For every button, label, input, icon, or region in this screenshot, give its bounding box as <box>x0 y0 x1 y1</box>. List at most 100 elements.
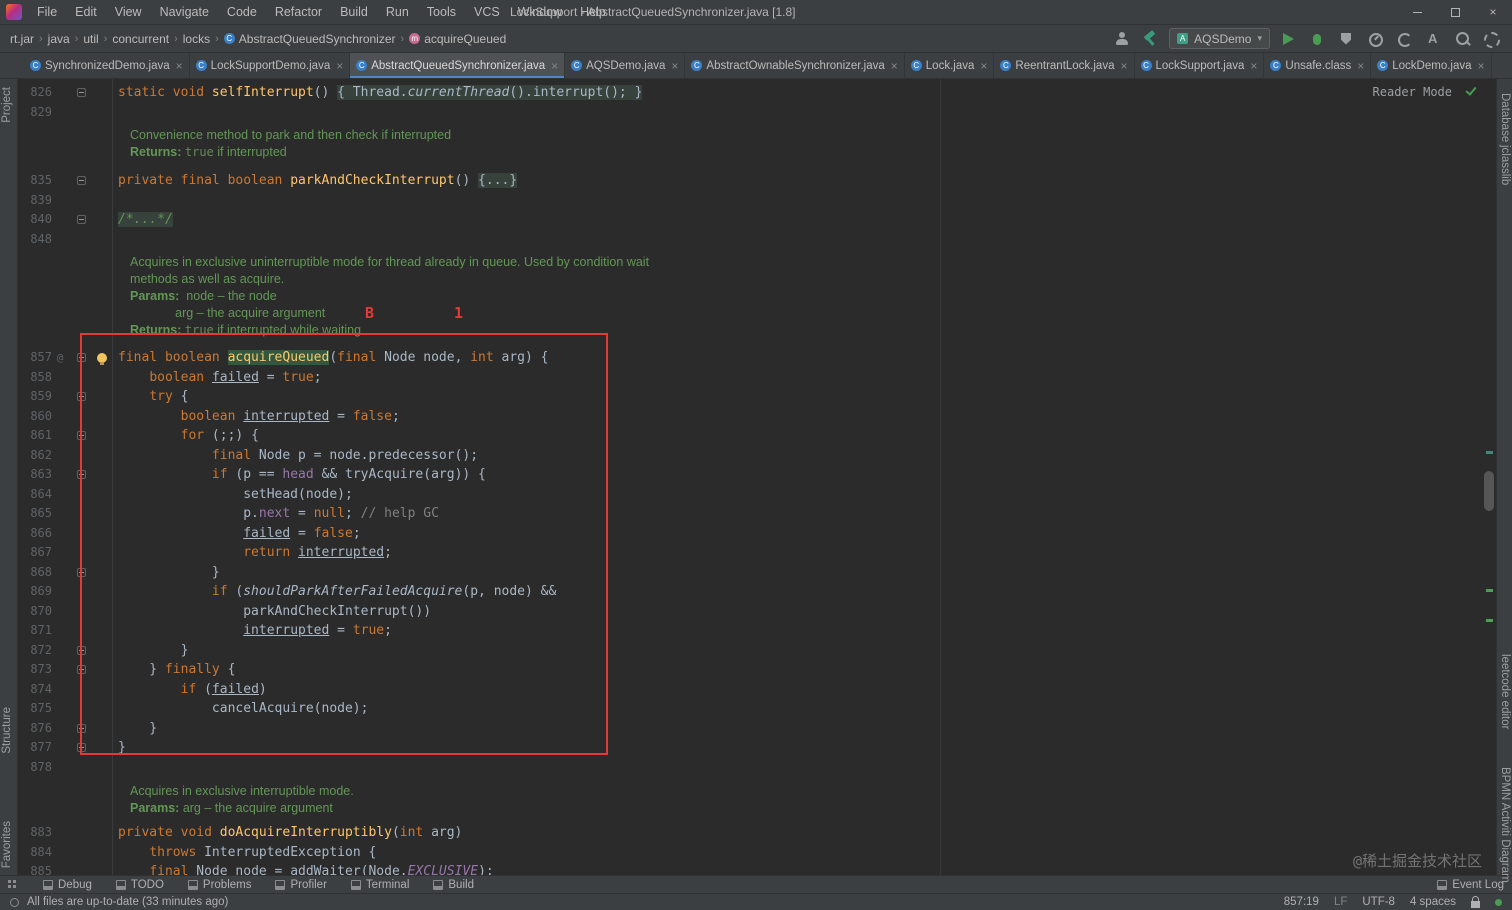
tab-AQSDemo.java[interactable]: C AQSDemo.java × <box>565 53 686 78</box>
tool-window-problems[interactable]: Problems <box>187 879 251 891</box>
caret-position[interactable]: 857:19 <box>1284 896 1319 908</box>
code-line[interactable]: 867 return interrupted; <box>18 543 1496 563</box>
reader-mode-label[interactable]: Reader Mode <box>1373 85 1452 99</box>
stripe-item-favorites[interactable]: Favorites <box>1 821 13 868</box>
settings-gear-icon[interactable] <box>1480 29 1502 49</box>
breadcrumb-item-java[interactable]: java <box>48 32 70 46</box>
intention-bulb-icon[interactable] <box>97 353 107 365</box>
code-line[interactable]: 859 try { <box>18 387 1496 407</box>
fold-marker[interactable] <box>68 641 94 661</box>
fold-box-icon[interactable] <box>76 723 86 733</box>
fold-box-icon[interactable] <box>76 431 86 441</box>
stripe-item-leetcode-editor[interactable]: leetcode editor <box>1499 654 1511 729</box>
tab-close-icon[interactable]: × <box>889 59 898 73</box>
tool-window-terminal[interactable]: Terminal <box>350 879 409 891</box>
scrollbar-thumb[interactable] <box>1484 471 1494 511</box>
doc-line[interactable]: Returns: true if interrupted while waiti… <box>18 322 1496 339</box>
tool-window-todo[interactable]: TODO <box>115 879 164 891</box>
fold-marker[interactable] <box>68 738 94 758</box>
run-button[interactable] <box>1277 29 1299 49</box>
breadcrumb-item-rt.jar[interactable]: rt.jar <box>10 32 34 46</box>
tab-close-icon[interactable]: × <box>1248 59 1257 73</box>
run-config-select[interactable]: A AQSDemo ▾ <box>1169 28 1270 49</box>
error-stripe-mark[interactable] <box>1486 451 1493 454</box>
tab-close-icon[interactable]: × <box>978 59 987 73</box>
fold-box-icon[interactable] <box>76 645 86 655</box>
code-line[interactable]: 866 failed = false; <box>18 524 1496 544</box>
code-line[interactable]: 884 throws InterruptedException { <box>18 843 1496 863</box>
fold-box-icon[interactable] <box>76 392 86 402</box>
stripe-item-database[interactable]: Database <box>1499 93 1511 142</box>
breadcrumb-item-acquirequeued[interactable]: m acquireQueued <box>409 32 506 46</box>
tool-window-build[interactable]: Build <box>433 879 474 891</box>
stripe-item-bpmn-activiti-diagram[interactable]: BPMN Activiti Diagram <box>1499 767 1511 883</box>
fold-marker[interactable] <box>68 465 94 485</box>
breadcrumb-item-locks[interactable]: locks <box>183 32 210 46</box>
tab-AbstractOwnableSynchronizer.java[interactable]: C AbstractOwnableSynchronizer.java × <box>685 53 905 78</box>
code-line[interactable]: 840 /*...*/ <box>18 210 1496 230</box>
code-line[interactable]: 826 static void selfInterrupt() { Thread.… <box>18 83 1496 103</box>
fold-marker[interactable] <box>68 426 94 446</box>
tab-close-icon[interactable]: × <box>669 59 678 73</box>
build-hammer-icon[interactable] <box>1140 29 1162 49</box>
menu-build[interactable]: Build <box>331 0 377 24</box>
code-line[interactable]: 869 if (shouldParkAfterFailedAcquire(p, … <box>18 582 1496 602</box>
tab-AbstractQueuedSynchronizer.java[interactable]: C AbstractQueuedSynchronizer.java × <box>350 53 566 78</box>
code-line[interactable]: 865 p.next = null; // help GC <box>18 504 1496 524</box>
code-line[interactable]: 878 <box>18 758 1496 778</box>
code-line[interactable]: 857 @ final boolean acquireQueued(final No… <box>18 348 1496 368</box>
maximize-button[interactable] <box>1436 0 1474 24</box>
code-line[interactable]: 868 } <box>18 563 1496 583</box>
menu-refactor[interactable]: Refactor <box>266 0 331 24</box>
doc-line[interactable]: arg – the acquire argument <box>18 305 1496 322</box>
error-stripe-mark[interactable] <box>1486 619 1493 622</box>
menu-view[interactable]: View <box>106 0 151 24</box>
code-line[interactable]: 872 } <box>18 641 1496 661</box>
code-line[interactable]: 863 if (p == head && tryAcquire(arg)) { <box>18 465 1496 485</box>
indent-setting[interactable]: 4 spaces <box>1410 896 1456 908</box>
status-message[interactable]: All files are up-to-date (33 minutes ago… <box>27 896 228 908</box>
tab-close-icon[interactable]: × <box>174 59 183 73</box>
minimize-button[interactable] <box>1398 0 1436 24</box>
tab-close-icon[interactable]: × <box>1355 59 1364 73</box>
menu-tools[interactable]: Tools <box>418 0 465 24</box>
code-line[interactable]: 862 final Node p = node.predecessor(); <box>18 446 1496 466</box>
code-line[interactable]: 848 <box>18 230 1496 250</box>
doc-line[interactable]: Convenience method to park and then chec… <box>18 127 1496 144</box>
doc-line[interactable]: Acquires in exclusive uninterruptible mo… <box>18 254 1496 271</box>
code-line[interactable]: 858 boolean failed = true; <box>18 368 1496 388</box>
menu-file[interactable]: File <box>28 0 66 24</box>
tab-Unsafe.class[interactable]: C Unsafe.class × <box>1264 53 1372 78</box>
code-line[interactable]: 871 interrupted = true; <box>18 621 1496 641</box>
vcs-status-icon[interactable] <box>10 897 19 907</box>
fold-marker[interactable] <box>68 563 94 583</box>
file-encoding[interactable]: UTF-8 <box>1362 896 1395 908</box>
fold-marker[interactable] <box>68 83 94 103</box>
fold-marker[interactable] <box>68 387 94 407</box>
fold-marker[interactable] <box>68 171 94 191</box>
fold-marker[interactable] <box>68 719 94 739</box>
code-line[interactable]: 839 <box>18 191 1496 211</box>
code-line[interactable]: 829 <box>18 103 1496 123</box>
fold-box-icon[interactable] <box>76 665 86 675</box>
fold-box-icon[interactable] <box>76 743 86 753</box>
read-only-lock-icon[interactable] <box>1471 895 1480 908</box>
tab-close-icon[interactable]: × <box>334 59 343 73</box>
rerun-icon[interactable] <box>1393 29 1415 49</box>
fold-box-icon[interactable] <box>76 353 86 363</box>
tab-close-icon[interactable]: × <box>1476 59 1485 73</box>
tab-ReentrantLock.java[interactable]: C ReentrantLock.java × <box>994 53 1135 78</box>
tab-LockSupportDemo.java[interactable]: C LockSupportDemo.java × <box>190 53 351 78</box>
fold-marker[interactable] <box>68 348 94 368</box>
code-line[interactable]: 876 } <box>18 719 1496 739</box>
search-icon[interactable] <box>1451 29 1473 49</box>
fold-marker[interactable] <box>68 210 94 230</box>
translate-icon[interactable] <box>1422 29 1444 49</box>
menu-code[interactable]: Code <box>218 0 266 24</box>
breadcrumb-item-abstractqueuedsynchronizer[interactable]: C AbstractQueuedSynchronizer <box>223 32 396 46</box>
fold-box-icon[interactable] <box>76 215 86 225</box>
profiler-icon[interactable] <box>1364 29 1386 49</box>
fold-box-icon[interactable] <box>76 567 86 577</box>
code-line[interactable]: 835 private final boolean parkAndCheckInt… <box>18 171 1496 191</box>
tool-window-profiler[interactable]: Profiler <box>275 879 327 891</box>
